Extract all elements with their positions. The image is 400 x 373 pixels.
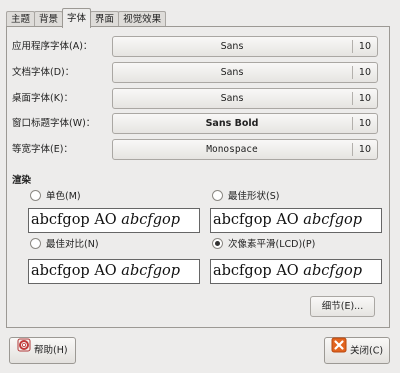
font-row-desktop: 桌面字体(K)： Sans 10 — [12, 88, 378, 110]
help-button[interactable]: 帮助(H) — [9, 337, 76, 364]
option-best-contrast[interactable]: 最佳对比(N) — [30, 238, 99, 252]
preview-subpixel[interactable]: abcfgop AO abcfgop — [210, 259, 382, 284]
separator — [352, 40, 353, 53]
document-font-button[interactable]: Sans 10 — [112, 62, 378, 83]
option-monochrome-label: 单色(M) — [46, 191, 81, 202]
option-subpixel[interactable]: 次像素平滑(LCD)(P) — [212, 238, 315, 252]
option-best-shapes-label: 最佳形状(S) — [228, 191, 280, 202]
desktop-font-label: 桌面字体(K)： — [12, 93, 74, 104]
window-title-font-size: 10 — [358, 118, 371, 129]
document-font-label: 文档字体(D)： — [12, 67, 75, 78]
option-best-contrast-label: 最佳对比(N) — [46, 239, 99, 250]
monospace-font-button[interactable]: Monospace 10 — [112, 139, 378, 160]
application-font-label: 应用程序字体(A)： — [12, 41, 93, 52]
radio-best-shapes[interactable] — [212, 190, 223, 201]
help-icon — [17, 337, 31, 362]
preview-italic-text: abcfgop — [303, 263, 363, 279]
radio-best-contrast[interactable] — [30, 238, 41, 249]
separator — [352, 117, 353, 130]
font-row-window-title: 窗口标题字体(W)： Sans Bold 10 — [12, 113, 378, 135]
separator — [352, 66, 353, 79]
preview-text: abcfgop AO — [213, 263, 299, 279]
application-font-size: 10 — [358, 41, 371, 52]
rendering-section-title: 渲染 — [12, 175, 32, 186]
preview-italic-text: abcfgop — [121, 263, 181, 279]
document-font-name: Sans — [220, 67, 244, 78]
preview-monochrome[interactable]: abcfgop AO abcfgop — [28, 208, 200, 233]
monospace-font-size: 10 — [358, 144, 371, 155]
close-button[interactable]: 关闭(C) — [324, 337, 390, 364]
desktop-font-name: Sans — [220, 93, 244, 104]
preview-italic-text: abcfgop — [121, 212, 181, 228]
preview-text: abcfgop AO — [31, 212, 117, 228]
preview-text: abcfgop AO — [31, 263, 117, 279]
preview-best-contrast[interactable]: abcfgop AO abcfgop — [28, 259, 200, 284]
separator — [352, 92, 353, 105]
application-font-name: Sans — [220, 41, 244, 52]
close-button-label: 关闭(C) — [350, 345, 384, 357]
monospace-font-label: 等宽字体(E)： — [12, 144, 73, 155]
window-title-font-name: Sans Bold — [205, 118, 259, 129]
font-row-document: 文档字体(D)： Sans 10 — [12, 62, 378, 84]
tab-fonts[interactable]: 字体 — [62, 8, 92, 28]
desktop-font-button[interactable]: Sans 10 — [112, 88, 378, 109]
option-subpixel-label: 次像素平滑(LCD)(P) — [228, 239, 316, 250]
preview-text: abcfgop AO — [213, 212, 299, 228]
window-title-font-button[interactable]: Sans Bold 10 — [112, 113, 378, 134]
help-button-label: 帮助(H) — [34, 345, 68, 356]
radio-subpixel[interactable] — [212, 238, 223, 249]
option-monochrome[interactable]: 单色(M) — [30, 190, 81, 204]
option-best-shapes[interactable]: 最佳形状(S) — [212, 190, 279, 204]
separator — [352, 143, 353, 156]
font-row-application: 应用程序字体(A)： Sans 10 — [12, 36, 378, 58]
window-title-font-label: 窗口标题字体(W)： — [12, 118, 96, 129]
details-button[interactable]: 细节(E)... — [310, 296, 375, 317]
close-icon — [331, 337, 347, 363]
tab-bar: 主题 背景 字体 界面 视觉效果 — [6, 8, 167, 28]
application-font-button[interactable]: Sans 10 — [112, 36, 378, 57]
font-row-monospace: 等宽字体(E)： Monospace 10 — [12, 139, 378, 161]
document-font-size: 10 — [358, 67, 371, 78]
preview-best-shapes[interactable]: abcfgop AO abcfgop — [210, 208, 382, 233]
radio-monochrome[interactable] — [30, 190, 41, 201]
preview-italic-text: abcfgop — [303, 212, 363, 228]
monospace-font-name: Monospace — [206, 144, 258, 155]
desktop-font-size: 10 — [358, 93, 371, 104]
